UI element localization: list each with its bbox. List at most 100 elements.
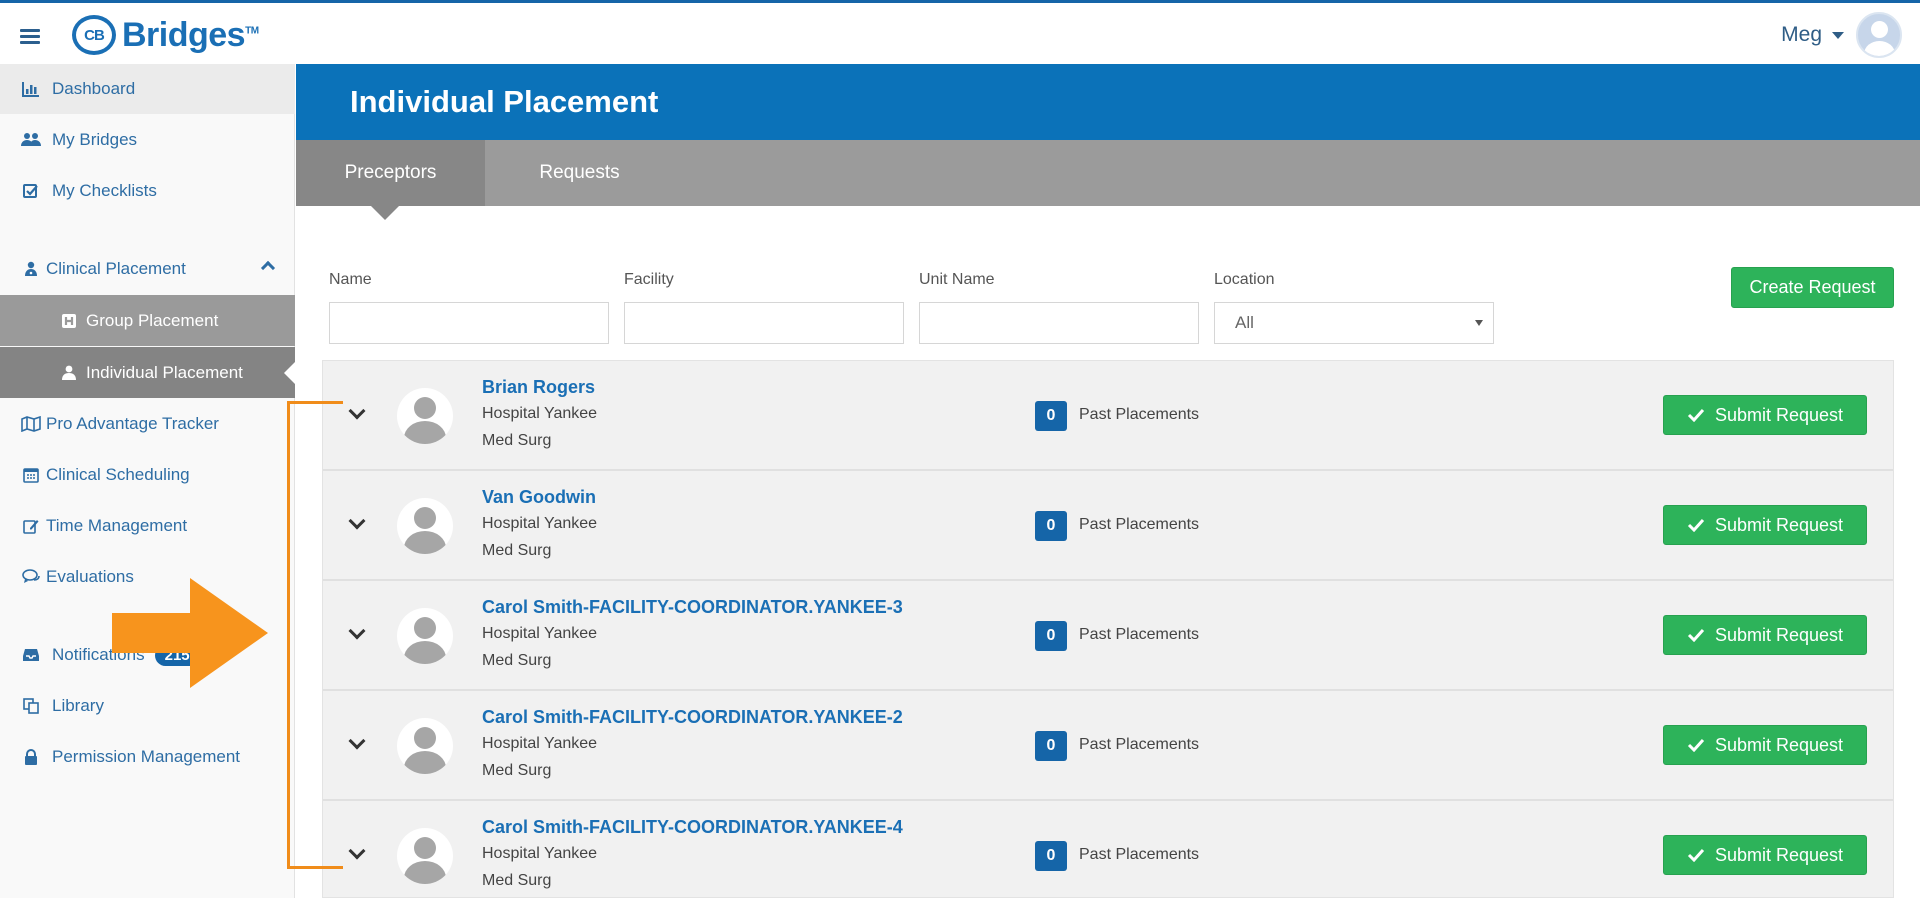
sidebar-item-label: My Bridges [52,130,138,149]
unit-name-filter-label: Unit Name [919,271,995,288]
sidebar-item-library[interactable]: Library [0,681,295,731]
sidebar-item-individual-placement[interactable]: Individual Placement [0,347,296,398]
past-placements-label: Past Placements [1079,516,1200,533]
past-placements-count: 0 [1035,511,1067,541]
preceptor-name[interactable]: Van Goodwin [482,487,596,508]
name-filter-input[interactable] [329,302,609,344]
checkbox-icon [20,182,42,200]
logo-tm: TM [245,25,259,37]
preceptor-facility: Hospital Yankee [482,625,598,642]
map-icon [20,415,42,433]
preceptor-name[interactable]: Carol Smith-FACILITY-COORDINATOR.YANKEE-… [482,597,903,618]
unit-name-filter-input[interactable] [919,302,1199,344]
chevron-down-icon[interactable] [348,842,366,860]
facility-filter-input[interactable] [624,302,904,344]
preceptor-facility: Hospital Yankee [482,845,598,862]
caret-down-icon [1832,31,1844,39]
sidebar-item-dashboard[interactable]: Dashboard [0,64,295,114]
bridges-logo[interactable]: CB BridgesTM [72,15,259,55]
sidebar-item-label: Library [52,696,104,715]
sidebar-item-label: Pro Advantage Tracker [46,414,219,433]
sidebar-item-label: Clinical Scheduling [46,465,190,484]
chevron-down-icon[interactable] [348,622,366,640]
user-name: Meg [1781,23,1822,46]
check-icon [1687,848,1705,862]
user-menu[interactable]: Meg [1781,12,1902,58]
sidebar-item-label: Dashboard [52,79,136,98]
name-filter-label: Name [329,271,372,288]
avatar [397,718,453,774]
location-filter-label: Location [1214,271,1275,288]
copy-icon [20,697,42,715]
chevron-up-icon [260,260,276,276]
annotation-arrow [112,578,268,688]
preceptor-row: Carol Smith-FACILITY-COORDINATOR.YANKEE-… [323,691,1893,801]
preceptor-unit: Med Surg [482,432,552,449]
submit-request-button[interactable]: Submit Request [1663,615,1867,655]
sidebar: Dashboard My Bridges My Checklists Clini… [0,64,296,898]
check-icon [1687,518,1705,532]
preceptor-unit: Med Surg [482,872,552,889]
calendar-icon [20,466,42,484]
sidebar-item-label: My Checklists [52,181,157,200]
sidebar-item-time-management[interactable]: Time Management [0,501,295,551]
preceptor-name[interactable]: Carol Smith-FACILITY-COORDINATOR.YANKEE-… [482,707,903,728]
user-doctor-icon [20,260,42,278]
preceptor-facility: Hospital Yankee [482,515,598,532]
users-icon [20,131,42,149]
submit-request-button[interactable]: Submit Request [1663,835,1867,875]
user-avatar [1856,12,1902,58]
sidebar-item-my-bridges[interactable]: My Bridges [0,115,295,165]
preceptor-row: Carol Smith-FACILITY-COORDINATOR.YANKEE-… [323,581,1893,691]
past-placements-count: 0 [1035,621,1067,651]
check-icon [1687,738,1705,752]
past-placements-label: Past Placements [1079,736,1200,753]
chevron-down-icon[interactable] [348,732,366,750]
user-icon [58,364,80,382]
preceptor-facility: Hospital Yankee [482,405,598,422]
location-select-value: All [1235,313,1254,332]
preceptor-name[interactable]: Brian Rogers [482,377,595,398]
create-request-button[interactable]: Create Request [1731,267,1894,308]
lock-icon [20,748,42,766]
preceptor-row: Van Goodwin Hospital Yankee Med Surg 0 P… [323,471,1893,581]
sidebar-item-label: Time Management [46,516,188,535]
check-icon [1687,408,1705,422]
sidebar-item-group-placement[interactable]: Group Placement [0,295,295,346]
sidebar-item-label: Permission Management [52,747,241,766]
avatar [397,498,453,554]
facility-filter-label: Facility [624,271,674,288]
past-placements-count: 0 [1035,731,1067,761]
submit-request-button[interactable]: Submit Request [1663,725,1867,765]
logo-text: BridgesTM [122,15,259,54]
sidebar-item-pro-advantage-tracker[interactable]: Pro Advantage Tracker [0,399,295,449]
past-placements-label: Past Placements [1079,846,1200,863]
tab-bar: Preceptors Requests [296,140,1920,220]
edit-icon [20,517,42,535]
preceptor-unit: Med Surg [482,762,552,779]
submit-request-button[interactable]: Submit Request [1663,505,1867,545]
avatar [397,388,453,444]
h-square-icon [58,312,80,330]
submit-request-button[interactable]: Submit Request [1663,395,1867,435]
sidebar-item-clinical-placement[interactable]: Clinical Placement [0,244,295,294]
sidebar-item-permission-management[interactable]: Permission Management [0,732,295,782]
past-placements-label: Past Placements [1079,626,1200,643]
sidebar-item-my-checklists[interactable]: My Checklists [0,166,295,216]
logo-mark: CB [72,15,116,55]
page-header: Individual Placement [296,64,1920,140]
chevron-down-icon[interactable] [348,402,366,420]
tab-preceptors[interactable]: Preceptors [296,140,485,220]
sidebar-item-label: Individual Placement [86,362,243,382]
preceptor-list: Brian Rogers Hospital Yankee Med Surg 0 … [322,360,1894,898]
tab-requests[interactable]: Requests [485,140,674,206]
past-placements-label: Past Placements [1079,406,1200,423]
page-title: Individual Placement [350,84,659,119]
preceptor-facility: Hospital Yankee [482,735,598,752]
hamburger-menu-icon[interactable] [20,29,40,45]
chevron-down-icon[interactable] [348,512,366,530]
location-select[interactable]: All [1214,302,1494,344]
preceptor-name[interactable]: Carol Smith-FACILITY-COORDINATOR.YANKEE-… [482,817,903,838]
sidebar-item-clinical-scheduling[interactable]: Clinical Scheduling [0,450,295,500]
comments-icon [20,568,42,586]
